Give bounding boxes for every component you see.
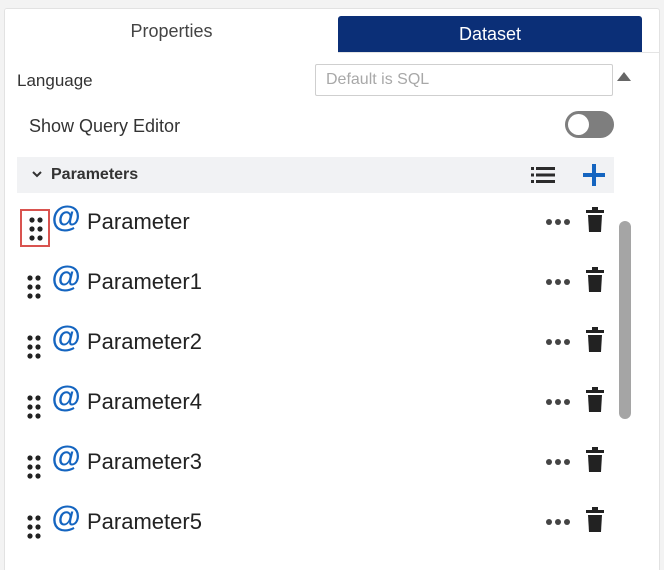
- at-sign-icon: @: [51, 381, 81, 414]
- at-sign-icon: @: [51, 201, 81, 234]
- chevron-down-icon[interactable]: [29, 166, 45, 182]
- parameter-row[interactable]: @ Parameter1: [17, 253, 614, 313]
- show-query-editor-toggle[interactable]: [565, 111, 614, 138]
- trash-icon[interactable]: [585, 327, 605, 353]
- drag-handle-icon[interactable]: [20, 209, 50, 247]
- tab-properties[interactable]: Properties: [5, 9, 338, 53]
- drag-handle-icon[interactable]: [20, 329, 50, 367]
- toggle-knob: [568, 114, 589, 135]
- parameters-title: Parameters: [51, 166, 139, 183]
- trash-icon[interactable]: [585, 387, 605, 413]
- parameter-name: Parameter: [87, 209, 190, 234]
- more-options-icon[interactable]: [545, 217, 571, 227]
- parameter-name: Parameter3: [87, 449, 202, 474]
- more-options-icon[interactable]: [545, 457, 571, 467]
- scroll-up-icon[interactable]: [617, 72, 631, 81]
- drag-handle-icon[interactable]: [20, 269, 50, 307]
- at-sign-icon: @: [51, 321, 81, 354]
- trash-icon[interactable]: [585, 507, 605, 533]
- parameter-row[interactable]: @ Parameter4: [17, 373, 614, 433]
- language-input[interactable]: [315, 64, 613, 96]
- language-label: Language: [17, 71, 93, 90]
- at-sign-icon: @: [51, 261, 81, 294]
- dataset-panel: Properties Dataset Language Show Query E…: [4, 8, 660, 570]
- show-query-editor-label: Show Query Editor: [29, 116, 181, 136]
- parameter-name: Parameter2: [87, 329, 202, 354]
- list-icon[interactable]: [531, 164, 555, 186]
- parameters-header[interactable]: Parameters: [17, 157, 614, 193]
- more-options-icon[interactable]: [545, 277, 571, 287]
- trash-icon[interactable]: [585, 267, 605, 293]
- at-sign-icon: @: [51, 501, 81, 534]
- drag-handle-icon[interactable]: [20, 389, 50, 427]
- trash-icon[interactable]: [585, 207, 605, 233]
- drag-handle-icon[interactable]: [20, 509, 50, 547]
- at-sign-icon: @: [51, 441, 81, 474]
- parameter-row[interactable]: @ Parameter2: [17, 313, 614, 373]
- more-options-icon[interactable]: [545, 517, 571, 527]
- parameter-name: Parameter4: [87, 389, 202, 414]
- more-options-icon[interactable]: [545, 337, 571, 347]
- scrollbar-thumb[interactable]: [619, 221, 631, 419]
- tab-dataset[interactable]: Dataset: [338, 16, 642, 52]
- drag-handle-icon[interactable]: [20, 449, 50, 487]
- parameter-name: Parameter5: [87, 509, 202, 534]
- parameter-row[interactable]: @ Parameter: [17, 193, 614, 253]
- parameter-row[interactable]: @ Parameter3: [17, 433, 614, 493]
- trash-icon[interactable]: [585, 447, 605, 473]
- tab-bar: Properties Dataset: [5, 9, 659, 53]
- parameter-name: Parameter1: [87, 269, 202, 294]
- more-options-icon[interactable]: [545, 397, 571, 407]
- plus-icon[interactable]: [581, 162, 607, 188]
- parameter-row[interactable]: @ Parameter5: [17, 493, 614, 553]
